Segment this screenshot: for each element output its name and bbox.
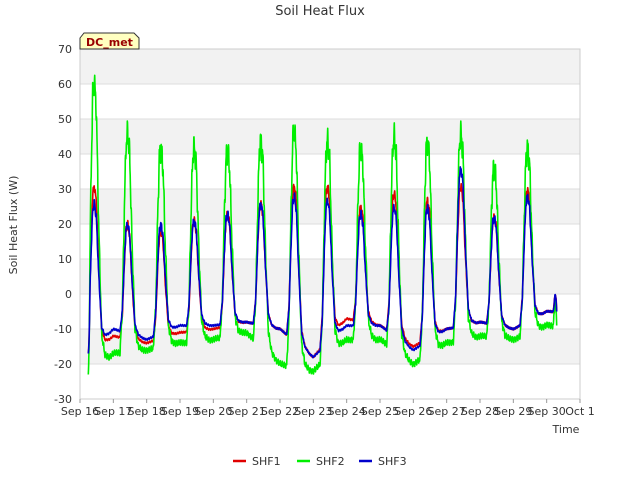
y-tick-label: 20: [58, 218, 72, 231]
y-tick-label: 40: [58, 148, 72, 161]
y-tick-label: 0: [65, 288, 72, 301]
legend-label-shf3: SHF3: [378, 455, 407, 468]
legend-label-shf1: SHF1: [252, 455, 281, 468]
legend-label-shf2: SHF2: [316, 455, 345, 468]
x-tick-label: Sep 30: [528, 405, 566, 418]
legend-item-shf2: SHF2: [297, 455, 345, 468]
station-badge-label: DC_met: [86, 36, 133, 49]
y-tick-label: -10: [54, 323, 72, 336]
y-axis-label: Soil Heat Flux (W): [7, 176, 20, 275]
station-badge: DC_met: [79, 32, 140, 50]
plot-band: [80, 259, 580, 294]
y-tick-label: 60: [58, 78, 72, 91]
legend-item-shf3: SHF3: [359, 455, 407, 468]
plot-band: [80, 49, 580, 84]
legend: SHF1 SHF2 SHF3: [233, 455, 407, 468]
y-tick-label: 10: [58, 253, 72, 266]
y-tick-label: 50: [58, 113, 72, 126]
y-tick-label: 70: [58, 43, 72, 56]
y-tick-label: 30: [58, 183, 72, 196]
soil-heat-flux-chart: -30-20-10010203040506070 Sep 16Sep 17Sep…: [7, 4, 595, 468]
y-tick-label: -20: [54, 358, 72, 371]
x-tick-label: Oct 1: [565, 405, 595, 418]
chart-title: Soil Heat Flux: [275, 4, 365, 19]
y-axis-ticks: -30-20-10010203040506070: [54, 43, 72, 406]
legend-item-shf1: SHF1: [233, 455, 281, 468]
x-axis-label: Time: [552, 423, 580, 436]
x-axis-ticks: Sep 16Sep 17Sep 18Sep 19Sep 20Sep 21Sep …: [61, 399, 595, 418]
